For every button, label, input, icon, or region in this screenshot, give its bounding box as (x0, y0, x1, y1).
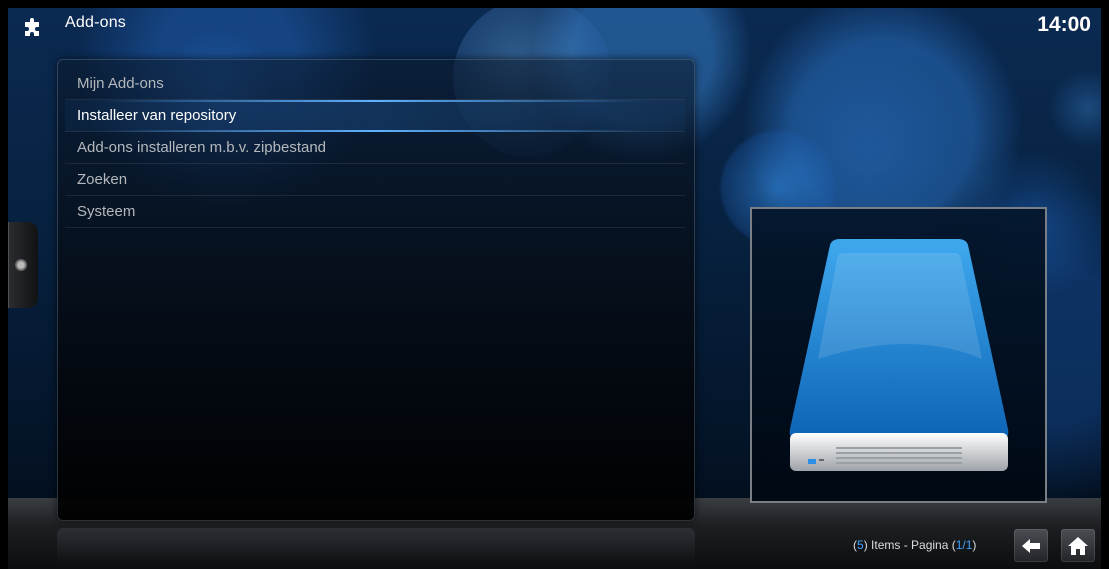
menu-item-zoeken[interactable]: Zoeken (65, 164, 685, 196)
page-close: ) (972, 538, 977, 552)
side-menu-knob-icon (15, 259, 27, 271)
home-button[interactable] (1061, 529, 1095, 562)
puzzle-icon (22, 16, 44, 38)
kodi-screen: Add-ons 14:00 Mijn Add-ons Installeer va… (8, 8, 1101, 569)
menu-item-installeren-zipbestand[interactable]: Add-ons installeren m.b.v. zipbestand (65, 132, 685, 164)
back-arrow-icon (1022, 539, 1040, 553)
clock: 14:00 (1037, 13, 1091, 36)
preview-thumbnail (750, 207, 1047, 503)
item-count: 5 (857, 538, 864, 552)
home-icon (1068, 537, 1088, 555)
addon-menu: Mijn Add-ons Installeer van repository A… (65, 68, 685, 228)
items-page-label: Items - Pagina (867, 538, 952, 552)
page-title: Add-ons (65, 14, 126, 31)
hard-drive-icon (789, 239, 1009, 471)
background-bubble (1048, 68, 1101, 148)
header: Add-ons 14:00 (8, 8, 1101, 44)
menu-panel: Mijn Add-ons Installeer van repository A… (57, 59, 695, 521)
menu-item-installeer-van-repository[interactable]: Installeer van repository (65, 100, 685, 132)
menu-item-mijn-addons[interactable]: Mijn Add-ons (65, 68, 685, 100)
page-number: 1/1 (955, 538, 973, 552)
menu-item-systeem[interactable]: Systeem (65, 196, 685, 228)
back-button[interactable] (1014, 529, 1048, 562)
panel-reflection (57, 528, 695, 563)
side-menu-tab[interactable] (8, 222, 38, 308)
item-count-status: (5) Items - Pagina (1/1) (853, 538, 976, 552)
